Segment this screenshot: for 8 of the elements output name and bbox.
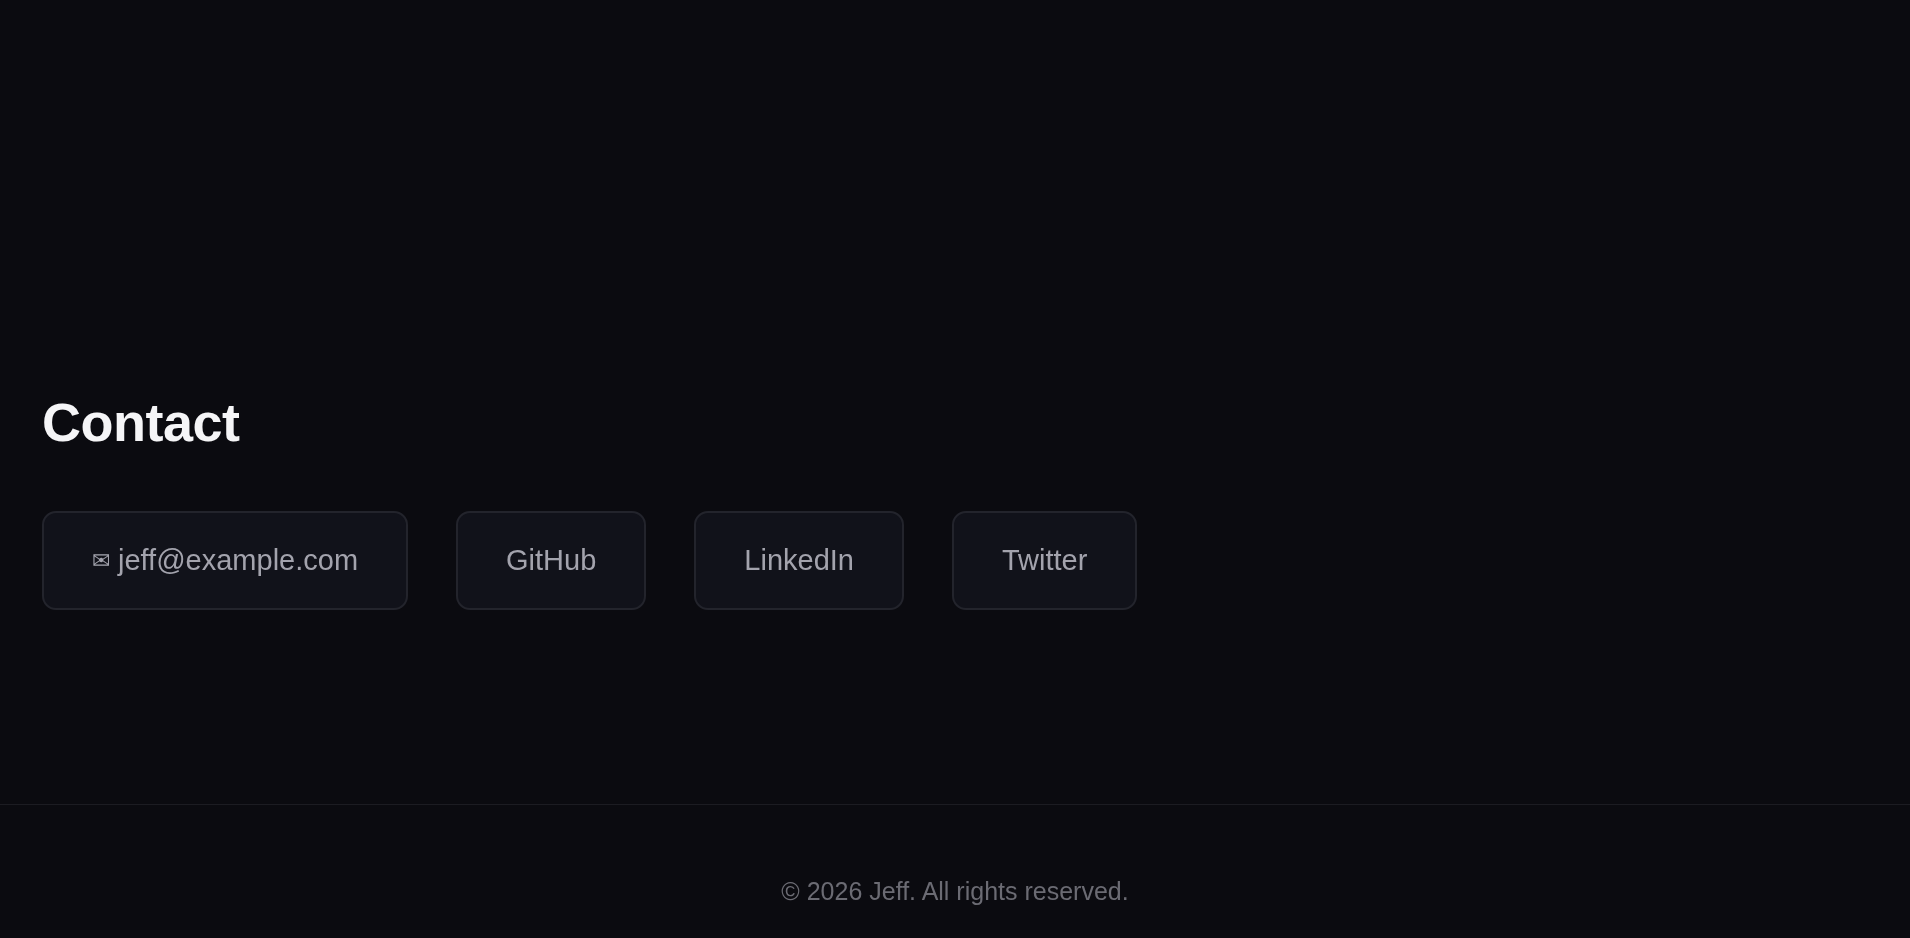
email-link[interactable]: ✉ jeff@example.com [42, 510, 409, 610]
envelope-icon: ✉ [92, 543, 110, 577]
copyright-text: © 2026 Jeff. All rights reserved. [781, 875, 1129, 907]
social-link[interactable]: GitHub [456, 510, 647, 610]
social-link[interactable]: LinkedIn [694, 510, 904, 610]
email-address: jeff@example.com [118, 542, 359, 578]
section-heading: Contact [42, 391, 241, 454]
social-link[interactable]: Twitter [952, 510, 1138, 610]
